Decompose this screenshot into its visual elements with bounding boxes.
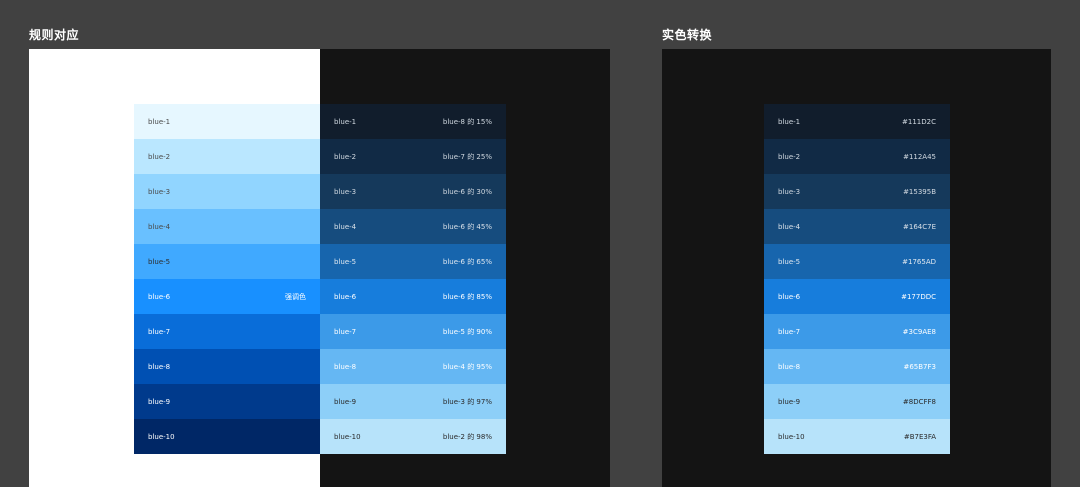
dark-rule-swatch-blue-4: blue-4 blue-6 的 45% xyxy=(320,209,506,244)
swatch-label: blue-6 xyxy=(334,292,357,301)
swatch-hex: #65B7F3 xyxy=(903,362,936,371)
swatch-label: blue-7 xyxy=(334,327,357,336)
swatch-rule: blue-7 的 25% xyxy=(442,152,492,161)
dark-rule-palette-column: blue-1 blue-8 的 15% blue-2 blue-7 的 25% blue… xyxy=(320,104,506,454)
swatch-label: blue-4 xyxy=(778,222,801,231)
swatch-label: blue-8 xyxy=(148,362,171,371)
solid-swatch-blue-10: blue-10 #B7E3FA xyxy=(764,419,950,454)
swatch-rule: blue-6 的 85% xyxy=(442,292,492,301)
swatch-hex: #1765AD xyxy=(902,257,936,266)
solid-swatch-blue-7: blue-7 #3C9AE8 xyxy=(764,314,950,349)
solid-swatch-blue-5: blue-5 #1765AD xyxy=(764,244,950,279)
light-palette-column: blue-1 blue-2 blue-3 blue-4 blue-5 blue-6 强调色 b… xyxy=(134,104,320,454)
solid-palette-column: blue-1 #111D2C blue-2 #112A45 blue-3 #15395B b… xyxy=(764,104,950,454)
swatch-label: blue-7 xyxy=(778,327,801,336)
light-swatch-blue-4: blue-4 xyxy=(134,209,320,244)
swatch-rule: blue-6 的 30% xyxy=(442,187,492,196)
dark-rule-swatch-blue-6: blue-6 blue-6 的 85% xyxy=(320,279,506,314)
dark-rule-swatch-blue-5: blue-5 blue-6 的 65% xyxy=(320,244,506,279)
solid-swatch-blue-3: blue-3 #15395B xyxy=(764,174,950,209)
dark-rule-swatch-blue-2: blue-2 blue-7 的 25% xyxy=(320,139,506,174)
swatch-hex: #B7E3FA xyxy=(903,432,936,441)
swatch-rule: blue-6 的 65% xyxy=(442,257,492,266)
swatch-label: blue-1 xyxy=(778,117,801,126)
swatch-hex: #15395B xyxy=(903,187,936,196)
swatch-label: blue-3 xyxy=(334,187,357,196)
swatch-label: blue-1 xyxy=(334,117,357,126)
swatch-label: blue-9 xyxy=(334,397,357,406)
swatch-rule: blue-4 的 95% xyxy=(442,362,492,371)
swatch-label: blue-4 xyxy=(334,222,357,231)
solid-swatch-blue-6: blue-6 #177DDC xyxy=(764,279,950,314)
solid-swatch-blue-8: blue-8 #65B7F3 xyxy=(764,349,950,384)
swatch-rule: blue-8 的 15% xyxy=(442,117,492,126)
light-swatch-blue-5: blue-5 xyxy=(134,244,320,279)
swatch-note: 强调色 xyxy=(285,292,306,301)
dark-rule-swatch-blue-1: blue-1 blue-8 的 15% xyxy=(320,104,506,139)
swatch-label: blue-6 xyxy=(148,292,171,301)
swatch-label: blue-8 xyxy=(334,362,357,371)
swatch-hex: #164C7E xyxy=(903,222,936,231)
swatch-label: blue-5 xyxy=(334,257,357,266)
swatch-label: blue-4 xyxy=(148,222,171,231)
light-swatch-blue-10: blue-10 xyxy=(134,419,320,454)
swatch-label: blue-10 xyxy=(148,432,175,441)
swatch-label: blue-10 xyxy=(778,432,805,441)
swatch-hex: #112A45 xyxy=(903,152,936,161)
light-swatch-blue-6: blue-6 强调色 xyxy=(134,279,320,314)
swatch-label: blue-5 xyxy=(148,257,171,266)
swatch-rule: blue-6 的 45% xyxy=(442,222,492,231)
swatch-rule: blue-5 的 90% xyxy=(442,327,492,336)
swatch-label: blue-2 xyxy=(148,152,171,161)
swatch-label: blue-2 xyxy=(334,152,357,161)
light-swatch-blue-8: blue-8 xyxy=(134,349,320,384)
solid-swatch-blue-4: blue-4 #164C7E xyxy=(764,209,950,244)
swatch-label: blue-10 xyxy=(334,432,361,441)
light-swatch-blue-1: blue-1 xyxy=(134,104,320,139)
section-title-solid: 实色转换 xyxy=(662,28,713,42)
swatch-hex: #3C9AE8 xyxy=(902,327,936,336)
light-swatch-blue-7: blue-7 xyxy=(134,314,320,349)
swatch-label: blue-9 xyxy=(778,397,801,406)
dark-rule-swatch-blue-7: blue-7 blue-5 的 90% xyxy=(320,314,506,349)
solid-swatch-blue-9: blue-9 #8DCFF8 xyxy=(764,384,950,419)
swatch-hex: #111D2C xyxy=(902,117,936,126)
swatch-label: blue-3 xyxy=(778,187,801,196)
swatch-hex: #177DDC xyxy=(901,292,936,301)
swatch-label: blue-7 xyxy=(148,327,171,336)
dark-rule-swatch-blue-10: blue-10 blue-2 的 98% xyxy=(320,419,506,454)
light-swatch-blue-9: blue-9 xyxy=(134,384,320,419)
swatch-hex: #8DCFF8 xyxy=(902,397,936,406)
swatch-label: blue-8 xyxy=(778,362,801,371)
swatch-rule: blue-3 的 97% xyxy=(442,397,492,406)
swatch-label: blue-9 xyxy=(148,397,171,406)
swatch-label: blue-3 xyxy=(148,187,171,196)
dark-rule-swatch-blue-9: blue-9 blue-3 的 97% xyxy=(320,384,506,419)
section-title-rules: 规则对应 xyxy=(29,28,80,42)
dark-rule-swatch-blue-3: blue-3 blue-6 的 30% xyxy=(320,174,506,209)
swatch-rule: blue-2 的 98% xyxy=(442,432,492,441)
swatch-label: blue-1 xyxy=(148,117,171,126)
light-swatch-blue-3: blue-3 xyxy=(134,174,320,209)
solid-swatch-blue-1: blue-1 #111D2C xyxy=(764,104,950,139)
swatch-label: blue-2 xyxy=(778,152,801,161)
light-swatch-blue-2: blue-2 xyxy=(134,139,320,174)
dark-rule-swatch-blue-8: blue-8 blue-4 的 95% xyxy=(320,349,506,384)
swatch-label: blue-6 xyxy=(778,292,801,301)
swatch-label: blue-5 xyxy=(778,257,801,266)
solid-swatch-blue-2: blue-2 #112A45 xyxy=(764,139,950,174)
